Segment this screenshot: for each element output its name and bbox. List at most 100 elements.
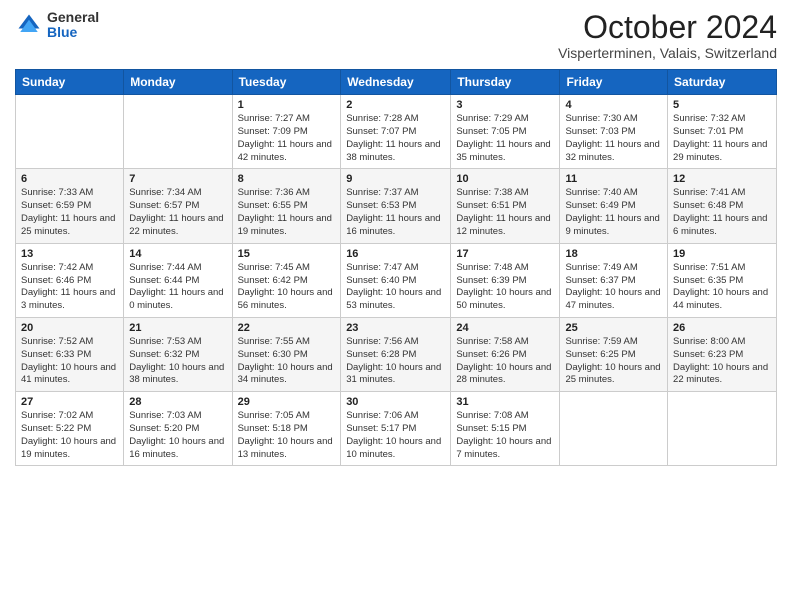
calendar-cell: 30 Sunrise: 7:06 AMSunset: 5:17 PMDayligh… xyxy=(341,392,451,466)
calendar-cell: 26 Sunrise: 8:00 AMSunset: 6:23 PMDayligh… xyxy=(668,317,777,391)
day-detail: Sunrise: 7:52 AMSunset: 6:33 PMDaylight:… xyxy=(21,336,118,387)
day-number: 22 xyxy=(238,322,336,334)
calendar-cell: 31 Sunrise: 7:08 AMSunset: 5:15 PMDayligh… xyxy=(451,392,560,466)
day-number: 30 xyxy=(346,396,445,408)
day-detail: Sunrise: 7:34 AMSunset: 6:57 PMDaylight:… xyxy=(129,187,226,238)
day-detail: Sunrise: 7:49 AMSunset: 6:37 PMDaylight:… xyxy=(565,262,662,313)
day-number: 26 xyxy=(673,322,771,334)
calendar-cell xyxy=(560,392,668,466)
day-detail: Sunrise: 7:47 AMSunset: 6:40 PMDaylight:… xyxy=(346,262,445,313)
day-number: 14 xyxy=(129,248,226,260)
month-title: October 2024 xyxy=(558,10,777,45)
calendar-cell: 5Sunrise: 7:32 AMSunset: 7:01 PMDaylight… xyxy=(668,95,777,169)
weekday-header-monday: Monday xyxy=(124,70,232,95)
weekday-header-thursday: Thursday xyxy=(451,70,560,95)
day-detail: Sunrise: 7:06 AMSunset: 5:17 PMDaylight:… xyxy=(346,410,445,461)
day-detail: Sunrise: 7:29 AMSunset: 7:05 PMDaylight:… xyxy=(456,113,554,164)
day-detail: Sunrise: 7:44 AMSunset: 6:44 PMDaylight:… xyxy=(129,262,226,313)
calendar-cell: 20 Sunrise: 7:52 AMSunset: 6:33 PMDayligh… xyxy=(16,317,124,391)
day-detail: Sunrise: 7:40 AMSunset: 6:49 PMDaylight:… xyxy=(565,187,662,238)
calendar-body: 1 Sunrise: 7:27 AMSunset: 7:09 PMDaylight… xyxy=(16,95,777,466)
calendar-cell: 14 Sunrise: 7:44 AMSunset: 6:44 PMDayligh… xyxy=(124,243,232,317)
day-number: 9 xyxy=(346,173,445,185)
day-number: 3 xyxy=(456,99,554,111)
day-number: 13 xyxy=(21,248,118,260)
calendar-cell: 8 Sunrise: 7:36 AMSunset: 6:55 PMDaylight… xyxy=(232,169,341,243)
day-detail: Sunrise: 7:38 AMSunset: 6:51 PMDaylight:… xyxy=(456,187,554,238)
calendar-cell: 28 Sunrise: 7:03 AMSunset: 5:20 PMDayligh… xyxy=(124,392,232,466)
calendar-cell: 13 Sunrise: 7:42 AMSunset: 6:46 PMDayligh… xyxy=(16,243,124,317)
day-number: 29 xyxy=(238,396,336,408)
day-number: 31 xyxy=(456,396,554,408)
day-number: 1 xyxy=(238,99,336,111)
calendar-cell: 16 Sunrise: 7:47 AMSunset: 6:40 PMDayligh… xyxy=(341,243,451,317)
weekday-header-saturday: Saturday xyxy=(668,70,777,95)
day-detail: Sunrise: 7:53 AMSunset: 6:32 PMDaylight:… xyxy=(129,336,226,387)
calendar-cell: 1 Sunrise: 7:27 AMSunset: 7:09 PMDaylight… xyxy=(232,95,341,169)
day-number: 20 xyxy=(21,322,118,334)
day-number: 4 xyxy=(565,99,662,111)
day-detail: Sunrise: 8:00 AMSunset: 6:23 PMDaylight:… xyxy=(673,336,771,387)
weekday-header-friday: Friday xyxy=(560,70,668,95)
calendar-cell: 6Sunrise: 7:33 AMSunset: 6:59 PMDaylight… xyxy=(16,169,124,243)
day-detail: Sunrise: 7:30 AMSunset: 7:03 PMDaylight:… xyxy=(565,113,662,164)
day-detail: Sunrise: 7:55 AMSunset: 6:30 PMDaylight:… xyxy=(238,336,336,387)
weekday-header-tuesday: Tuesday xyxy=(232,70,341,95)
calendar-cell: 2Sunrise: 7:28 AMSunset: 7:07 PMDaylight… xyxy=(341,95,451,169)
calendar-cell: 29 Sunrise: 7:05 AMSunset: 5:18 PMDayligh… xyxy=(232,392,341,466)
logo-general-text: General xyxy=(47,10,99,25)
day-number: 28 xyxy=(129,396,226,408)
calendar-cell: 11 Sunrise: 7:40 AMSunset: 6:49 PMDayligh… xyxy=(560,169,668,243)
week-row-3: 13 Sunrise: 7:42 AMSunset: 6:46 PMDayligh… xyxy=(16,243,777,317)
day-number: 12 xyxy=(673,173,771,185)
day-detail: Sunrise: 7:36 AMSunset: 6:55 PMDaylight:… xyxy=(238,187,336,238)
day-detail: Sunrise: 7:05 AMSunset: 5:18 PMDaylight:… xyxy=(238,410,336,461)
calendar-cell: 4 Sunrise: 7:30 AMSunset: 7:03 PMDaylight… xyxy=(560,95,668,169)
day-number: 11 xyxy=(565,173,662,185)
day-detail: Sunrise: 7:28 AMSunset: 7:07 PMDaylight:… xyxy=(346,113,445,164)
day-number: 21 xyxy=(129,322,226,334)
day-detail: Sunrise: 7:58 AMSunset: 6:26 PMDaylight:… xyxy=(456,336,554,387)
day-detail: Sunrise: 7:59 AMSunset: 6:25 PMDaylight:… xyxy=(565,336,662,387)
calendar-cell: 10Sunrise: 7:38 AMSunset: 6:51 PMDayligh… xyxy=(451,169,560,243)
calendar-cell: 21 Sunrise: 7:53 AMSunset: 6:32 PMDayligh… xyxy=(124,317,232,391)
logo-icon xyxy=(15,11,43,39)
weekday-header-sunday: Sunday xyxy=(16,70,124,95)
weekday-header-row: SundayMondayTuesdayWednesdayThursdayFrid… xyxy=(16,70,777,95)
day-detail: Sunrise: 7:51 AMSunset: 6:35 PMDaylight:… xyxy=(673,262,771,313)
day-number: 24 xyxy=(456,322,554,334)
day-number: 16 xyxy=(346,248,445,260)
calendar-cell xyxy=(124,95,232,169)
week-row-4: 20 Sunrise: 7:52 AMSunset: 6:33 PMDayligh… xyxy=(16,317,777,391)
day-number: 19 xyxy=(673,248,771,260)
week-row-5: 27 Sunrise: 7:02 AMSunset: 5:22 PMDayligh… xyxy=(16,392,777,466)
calendar-cell: 23Sunrise: 7:56 AMSunset: 6:28 PMDayligh… xyxy=(341,317,451,391)
day-number: 27 xyxy=(21,396,118,408)
day-detail: Sunrise: 7:48 AMSunset: 6:39 PMDaylight:… xyxy=(456,262,554,313)
weekday-header-wednesday: Wednesday xyxy=(341,70,451,95)
day-number: 15 xyxy=(238,248,336,260)
day-number: 7 xyxy=(129,173,226,185)
calendar-cell: 18 Sunrise: 7:49 AMSunset: 6:37 PMDayligh… xyxy=(560,243,668,317)
calendar-cell: 9Sunrise: 7:37 AMSunset: 6:53 PMDaylight… xyxy=(341,169,451,243)
day-number: 18 xyxy=(565,248,662,260)
calendar-cell: 25Sunrise: 7:59 AMSunset: 6:25 PMDayligh… xyxy=(560,317,668,391)
day-detail: Sunrise: 7:02 AMSunset: 5:22 PMDaylight:… xyxy=(21,410,118,461)
day-detail: Sunrise: 7:27 AMSunset: 7:09 PMDaylight:… xyxy=(238,113,336,164)
day-detail: Sunrise: 7:56 AMSunset: 6:28 PMDaylight:… xyxy=(346,336,445,387)
calendar-cell: 22 Sunrise: 7:55 AMSunset: 6:30 PMDayligh… xyxy=(232,317,341,391)
day-detail: Sunrise: 7:42 AMSunset: 6:46 PMDaylight:… xyxy=(21,262,118,313)
day-detail: Sunrise: 7:08 AMSunset: 5:15 PMDaylight:… xyxy=(456,410,554,461)
week-row-1: 1 Sunrise: 7:27 AMSunset: 7:09 PMDaylight… xyxy=(16,95,777,169)
day-detail: Sunrise: 7:03 AMSunset: 5:20 PMDaylight:… xyxy=(129,410,226,461)
day-number: 17 xyxy=(456,248,554,260)
calendar-cell: 7 Sunrise: 7:34 AMSunset: 6:57 PMDaylight… xyxy=(124,169,232,243)
calendar: SundayMondayTuesdayWednesdayThursdayFrid… xyxy=(15,69,777,466)
day-number: 8 xyxy=(238,173,336,185)
logo: General Blue xyxy=(15,10,99,41)
logo-blue-text: Blue xyxy=(47,25,99,40)
calendar-cell: 15Sunrise: 7:45 AMSunset: 6:42 PMDayligh… xyxy=(232,243,341,317)
calendar-cell: 17 Sunrise: 7:48 AMSunset: 6:39 PMDayligh… xyxy=(451,243,560,317)
calendar-cell: 3 Sunrise: 7:29 AMSunset: 7:05 PMDaylight… xyxy=(451,95,560,169)
day-number: 5 xyxy=(673,99,771,111)
